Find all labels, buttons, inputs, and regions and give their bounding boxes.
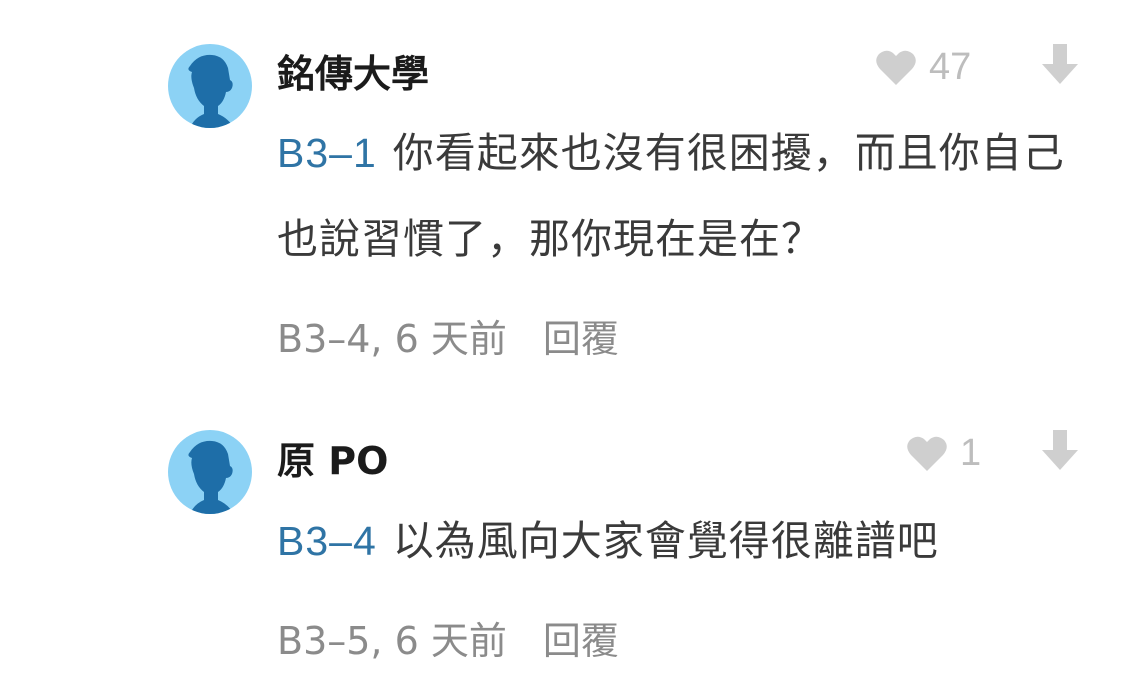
- like-count: 1: [960, 432, 982, 474]
- downvote-button[interactable]: [1040, 44, 1080, 86]
- floor-tag-link[interactable]: B3–4: [277, 518, 377, 564]
- arrow-down-icon: [1042, 430, 1078, 470]
- comment-author: 原 PO: [277, 439, 389, 483]
- comment-text: 你看起來也沒有很困擾，而且你自己也說習慣了，那你現在是在？: [277, 129, 1065, 263]
- like-count: 47: [929, 46, 972, 88]
- avatar[interactable]: [168, 44, 252, 128]
- comment-meta: B3–4, 6 天前 回覆: [277, 308, 619, 363]
- avatar-silhouette-icon: [188, 54, 234, 128]
- comment-floor-time: B3–4, 6 天前: [277, 317, 507, 361]
- reply-button[interactable]: 回覆: [543, 619, 619, 663]
- comment-text: 以為風向大家會覺得很離譜吧: [392, 517, 939, 565]
- avatar[interactable]: [168, 430, 252, 514]
- downvote-button[interactable]: [1040, 430, 1080, 472]
- floor-tag-link[interactable]: B3–1: [277, 130, 377, 176]
- comment-body: B3–1 你看起來也沒有很困擾，而且你自己也說習慣了，那你現在是在？: [277, 110, 1077, 282]
- heart-icon: [876, 50, 916, 85]
- reply-button[interactable]: 回覆: [543, 317, 619, 361]
- avatar-silhouette-icon: [188, 440, 234, 514]
- arrow-down-icon: [1042, 44, 1078, 84]
- comment-author: 銘傳大學: [277, 52, 430, 96]
- comment-body: B3–4 以為風向大家會覺得很離譜吧: [277, 498, 1077, 584]
- like-button[interactable]: 1: [906, 432, 981, 475]
- heart-icon: [907, 436, 947, 471]
- like-button[interactable]: 47: [875, 46, 971, 89]
- comment-meta: B3–5, 6 天前 回覆: [277, 610, 619, 665]
- comment-floor-time: B3–5, 6 天前: [277, 619, 507, 663]
